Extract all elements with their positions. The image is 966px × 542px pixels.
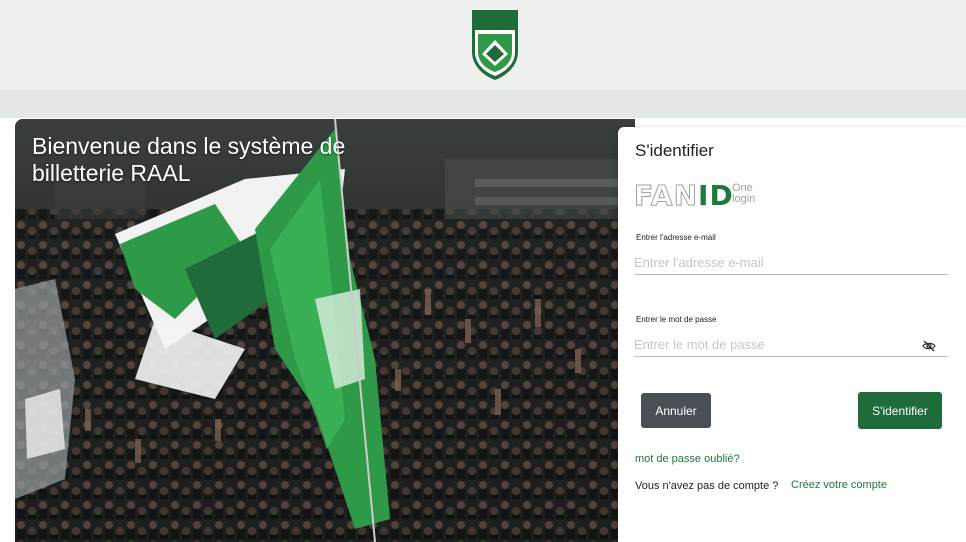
password-label: Entrer le mot de passe (636, 315, 717, 324)
fanid-wordmark: FANID (633, 179, 734, 212)
email-label: Entrer l'adresse e-mail (636, 233, 716, 242)
eye-off-icon[interactable] (922, 339, 936, 353)
email-field[interactable] (634, 251, 948, 275)
fanid-subtitle: One login (732, 183, 755, 205)
fanid-id-text: ID (698, 179, 734, 212)
cancel-button[interactable]: Annuler (641, 393, 711, 428)
password-field[interactable] (634, 333, 948, 357)
forgot-password-link[interactable]: mot de passe oublié? (635, 453, 740, 465)
hero-welcome-title: Bienvenue dans le système de billetterie… (32, 133, 346, 186)
raal-logo[interactable]: RAAL (468, 8, 522, 82)
login-panel: S'identifier FANID One login Entrer l'ad… (618, 127, 966, 542)
fanid-fan-text: FAN (633, 179, 699, 212)
fanid-logo: FANID One login (633, 179, 794, 212)
create-account-link[interactable]: Créez votre compte (791, 479, 887, 491)
no-account-text: Vous n'avez pas de compte ? (635, 480, 779, 492)
login-button[interactable]: S'identifier (858, 392, 942, 429)
login-title: S'identifier (635, 141, 714, 160)
logo-text: RAAL (476, 17, 514, 30)
hero-banner: Bienvenue dans le système de billetterie… (15, 119, 635, 542)
header-divider-strip (0, 90, 966, 118)
fanid-login-text: login (732, 193, 756, 205)
